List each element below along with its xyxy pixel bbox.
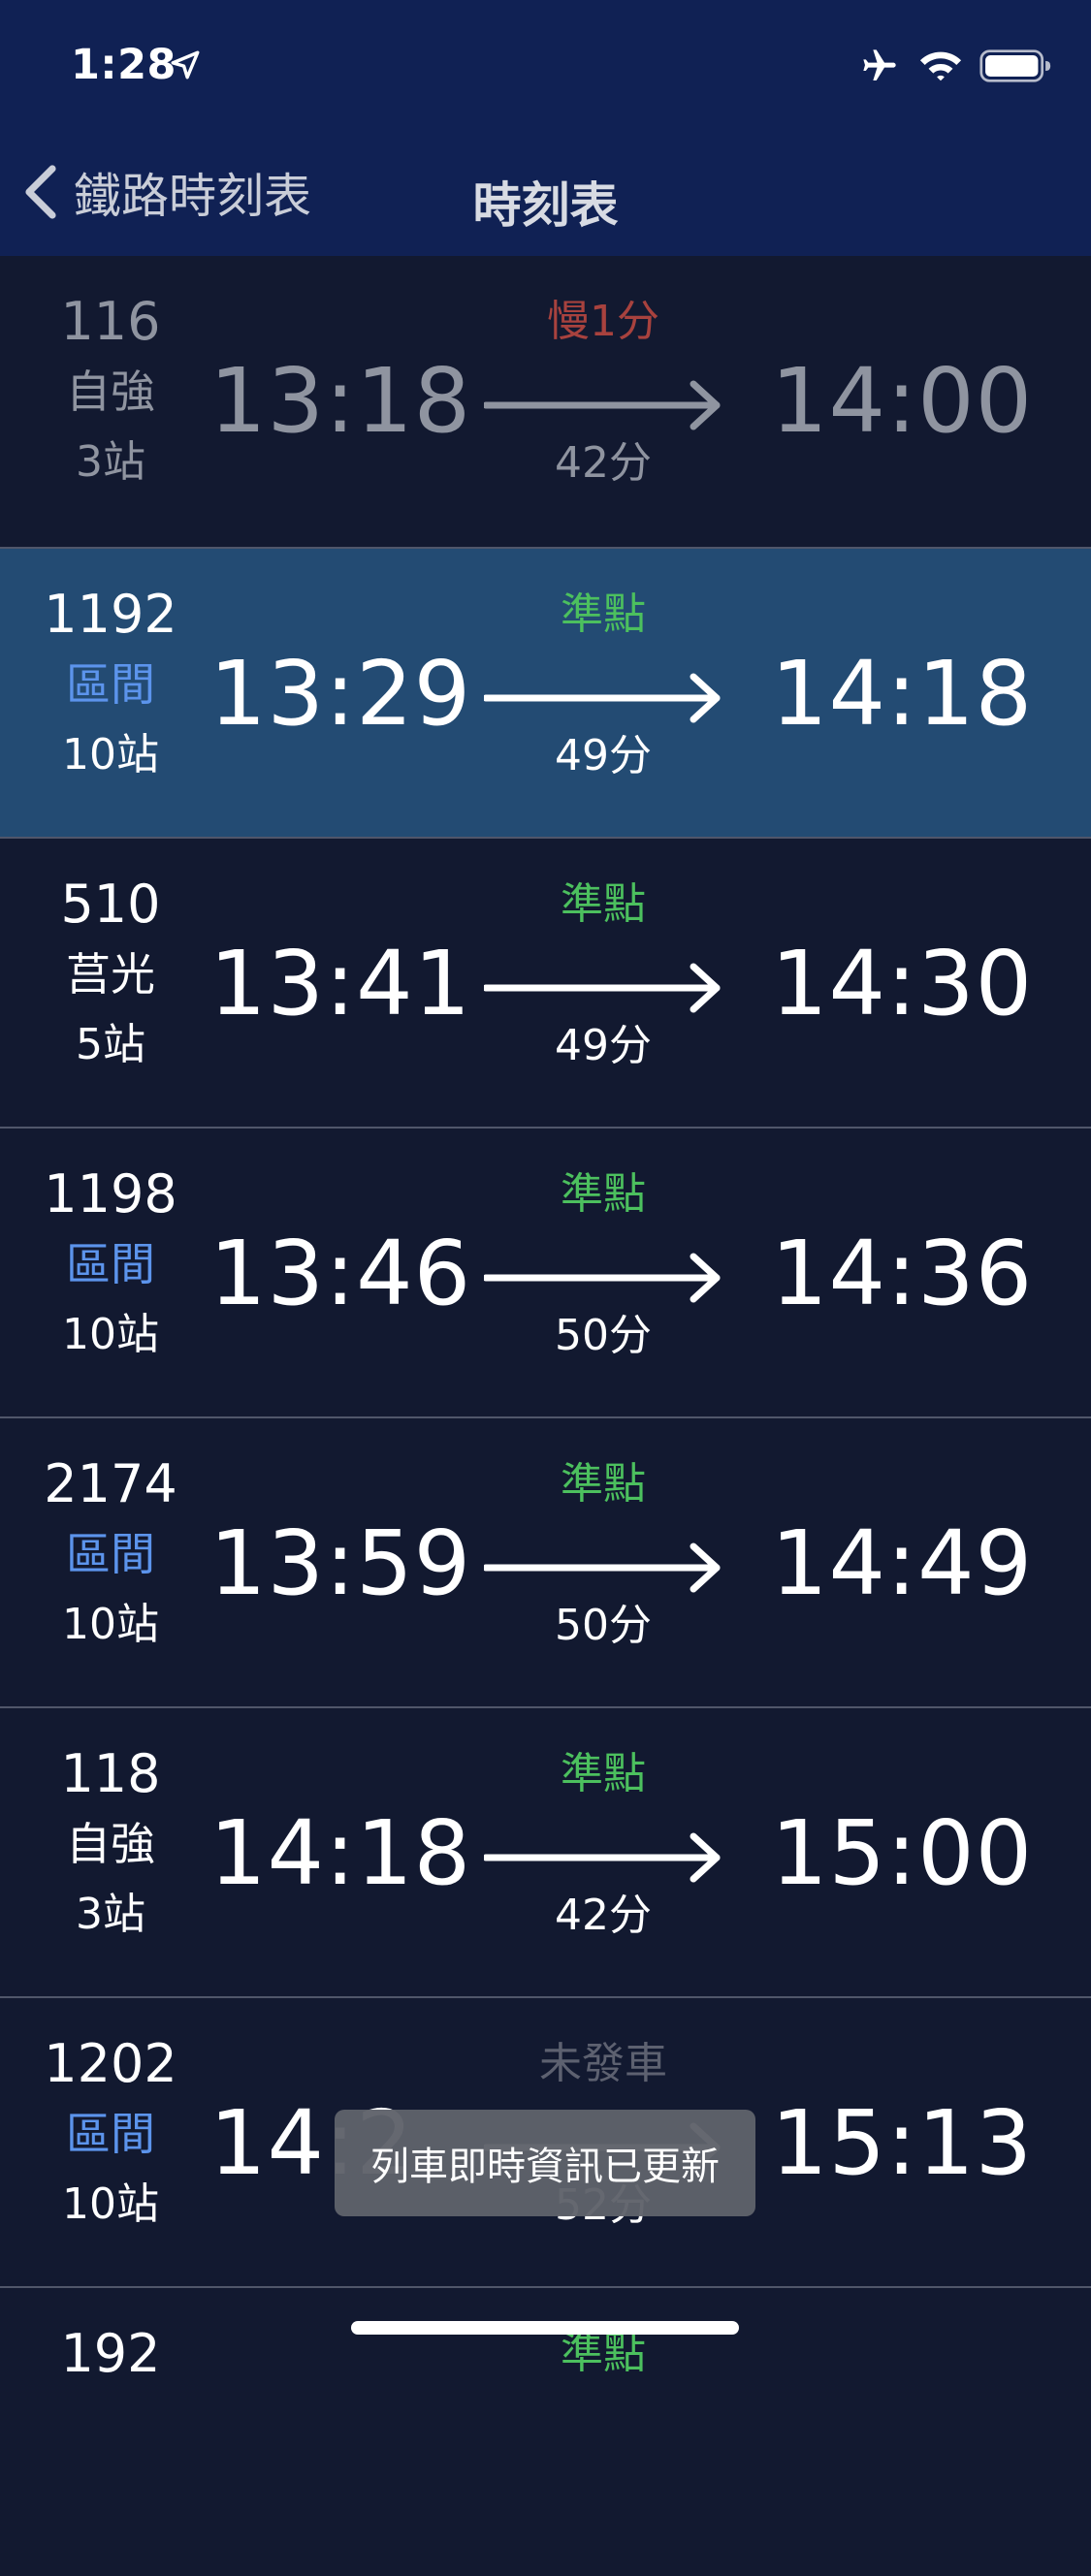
stop-count: 5站 [76,1020,145,1069]
train-info: 1198 區間 10站 [0,1129,221,1416]
status-bar: 1:28 [0,0,1091,128]
duration: 50分 [555,1311,652,1360]
navigation-bar: 鐵路時刻表 時刻表 [0,128,1091,256]
departure-time: 14:18 [209,1801,472,1905]
arrow-right-icon [484,380,721,430]
stop-count: 10站 [62,730,159,779]
train-type: 自強 [66,1818,155,1870]
train-number: 1198 [44,1163,177,1224]
arrival-time: 14:30 [771,932,1034,1035]
train-info: 116 自強 3站 [0,256,221,547]
arrival-time: 14:00 [771,349,1034,453]
status-label: 準點 [561,1749,646,1798]
departure-time: 13:18 [209,349,472,453]
train-info: 510 莒光 5站 [0,839,221,1127]
battery-icon [979,49,1051,82]
train-type: 區間 [66,1238,155,1290]
train-number: 116 [60,291,161,352]
status-label: 慢1分 [547,297,659,346]
train-row[interactable]: 118 自強 3站 14:18 準點 42分 15:00 [0,1706,1091,1996]
arrow-right-icon [484,1542,721,1593]
stop-count: 10站 [62,1600,159,1649]
arrival-time: 15:13 [771,2091,1034,2195]
train-type: 自強 [66,366,155,418]
location-arrow-icon [171,50,200,80]
departure-time: 13:46 [209,1222,472,1325]
arrival-time: 14:36 [771,1222,1034,1325]
train-info: 1202 區間 10站 [0,1998,221,2286]
train-info: 118 自強 3站 [0,1708,221,1996]
duration: 42分 [555,438,652,488]
duration: 49分 [555,731,652,780]
train-row[interactable]: 116 自強 3站 13:18 慢1分 42分 14:00 [0,256,1091,547]
train-info: 1192 區間 10站 [0,549,221,837]
arrow-right-icon [484,1832,721,1883]
status-time: 1:28 [71,41,176,89]
train-type: 區間 [66,2108,155,2160]
arrival-time: 14:18 [771,642,1034,746]
status-label: 準點 [561,1459,646,1509]
train-type: 莒光 [66,948,155,1001]
train-row[interactable]: 1198 區間 10站 13:46 準點 50分 14:36 [0,1127,1091,1416]
stop-count: 10站 [62,1310,159,1359]
stop-count: 3站 [76,437,145,487]
header: 1:28 鐵路時刻表 時刻表 [0,0,1091,256]
train-number: 510 [60,874,161,935]
stop-count: 3站 [76,1890,145,1939]
arrow-right-icon [484,963,721,1013]
train-row[interactable]: 510 莒光 5站 13:41 準點 49分 14:30 [0,837,1091,1127]
arrow-right-icon [484,673,721,723]
train-number: 1202 [44,2033,177,2094]
arrival-time: 14:49 [771,1511,1034,1615]
status-label: 未發車 [539,2039,667,2088]
wifi-icon [919,51,962,81]
timetable-list: 116 自強 3站 13:18 慢1分 42分 14:00 1192 區間 10… [0,256,1091,2576]
arrival-time: 15:00 [771,1801,1034,1905]
train-type: 區間 [66,658,155,711]
departure-time: 13:59 [209,1511,472,1615]
stop-count: 10站 [62,2179,159,2229]
status-label: 準點 [561,1169,646,1219]
status-label: 準點 [561,879,646,929]
status-label: 準點 [561,589,646,639]
train-info: 2174 區間 10站 [0,1418,221,1706]
airplane-icon [863,49,896,80]
train-number: 1192 [44,584,177,645]
departure-time: 13:29 [209,642,472,746]
train-type: 區間 [66,1528,155,1580]
train-info: 192 [0,2288,221,2576]
train-number: 192 [60,2323,161,2384]
train-row[interactable]: 2174 區間 10站 13:59 準點 50分 14:49 [0,1416,1091,1706]
train-number: 2174 [44,1453,177,1514]
duration: 50分 [555,1601,652,1650]
update-toast: 列車即時資訊已更新 [335,2110,755,2216]
page-title: 時刻表 [472,177,619,234]
home-indicator [351,2321,739,2335]
duration: 42分 [555,1891,652,1940]
arrow-right-icon [484,1253,721,1303]
train-number: 118 [60,1743,161,1804]
duration: 49分 [555,1021,652,1070]
departure-time: 13:41 [209,932,472,1035]
train-row[interactable]: 1192 區間 10站 13:29 準點 49分 14:18 [0,547,1091,837]
